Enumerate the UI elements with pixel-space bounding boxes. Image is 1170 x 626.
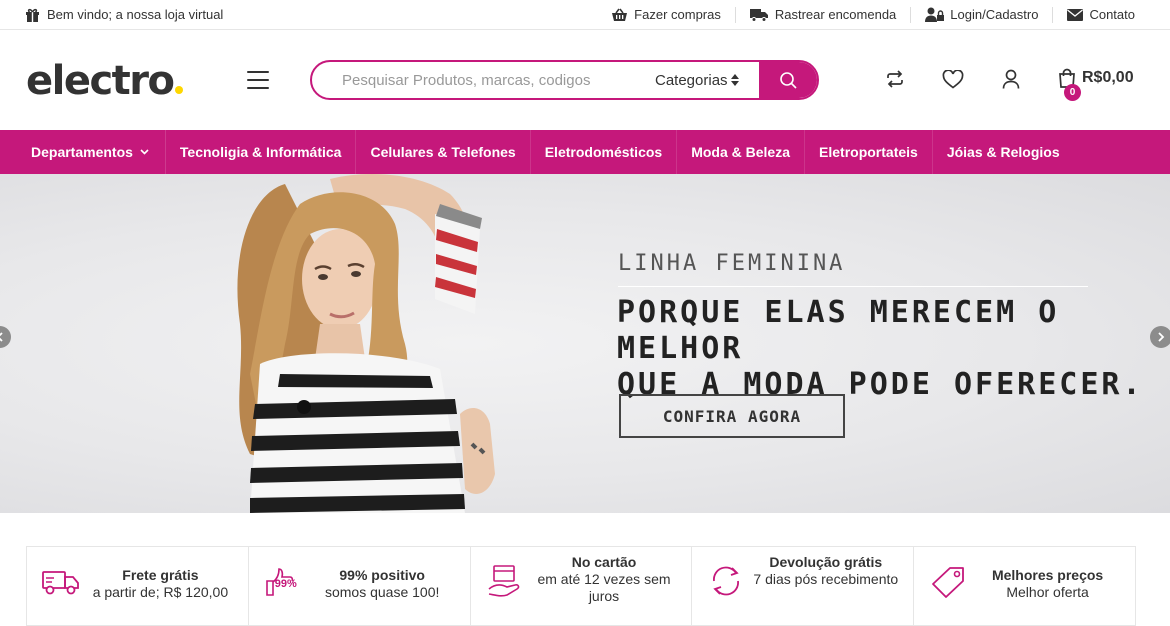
wishlist-button[interactable] (942, 68, 964, 90)
user-lock-icon (925, 7, 945, 22)
return-arrows-icon (706, 564, 746, 598)
top-bar: Bem vindo; a nossa loja virtual Fazer co… (0, 0, 1170, 30)
logo-text: electro (26, 58, 175, 104)
hero-title: PORQUE ELAS MERECEM O MELHOR QUE A MODA … (617, 295, 1144, 402)
hamburger-line (247, 71, 269, 73)
basket-icon (611, 8, 628, 22)
top-links: Fazer compras Rastrear encomenda Login/C… (597, 6, 1145, 23)
hero-banner: LINHA FEMININA PORQUE ELAS MERECEM O MEL… (0, 174, 1170, 513)
carousel-next-button[interactable] (1150, 326, 1170, 348)
header-icons (884, 68, 1022, 90)
nav-eletrodomesticos[interactable]: Eletrodomésticos (531, 130, 676, 174)
sort-arrows-icon (731, 74, 739, 86)
link-label: Contato (1089, 6, 1135, 22)
feature-devolucao: Devolução grátis 7 dias pós recebimento (692, 547, 915, 625)
search-icon (779, 71, 797, 89)
feature-frete: Frete grátis a partir de; R$ 120,00 (27, 547, 249, 625)
compare-arrows-icon (885, 70, 905, 88)
logo[interactable]: electro (26, 58, 183, 104)
price-tag-icon (928, 565, 968, 599)
nav-departamentos[interactable]: Departamentos (0, 130, 166, 174)
category-select[interactable]: Categorias (643, 62, 759, 98)
nav-eletroportateis[interactable]: Eletroportateis (805, 130, 932, 174)
link-label: Fazer compras (634, 6, 721, 22)
chevron-right-icon (1157, 332, 1165, 342)
account-button[interactable] (1000, 68, 1022, 90)
header: electro Categorias (0, 30, 1170, 130)
envelope-icon (1067, 8, 1084, 21)
link-fazer-compras[interactable]: Fazer compras (597, 6, 736, 23)
cart-button[interactable]: 0 R$0,00 (1058, 68, 1134, 101)
truck-icon (749, 8, 769, 22)
nav-label: Eletrodomésticos (544, 144, 663, 160)
link-label: Login/Cadastro (950, 6, 1039, 22)
nav-label: Tecnoligia & Informática (179, 144, 342, 160)
welcome-message: Bem vindo; a nossa loja virtual (25, 7, 223, 22)
nav-label: Jóias & Relogios (946, 144, 1060, 160)
feature-cartao: No cartão em até 12 vezes sem juros (471, 547, 693, 625)
link-label: Rastrear encomenda (774, 6, 897, 22)
nav-moda-beleza[interactable]: Moda & Beleza (677, 130, 804, 174)
hamburger-line (247, 87, 269, 89)
delivery-truck-icon (41, 565, 81, 599)
feature-precos: Melhores preços Melhor oferta (914, 547, 1135, 625)
nav-label: Eletroportateis (819, 144, 918, 160)
card-in-hand-icon (485, 564, 525, 598)
welcome-text: Bem vindo; a nossa loja virtual (47, 7, 224, 22)
feature-title: Devolução grátis (769, 554, 883, 570)
feature-text: Melhor oferta (1006, 584, 1089, 600)
feature-title: Melhores preços (991, 567, 1104, 583)
hero-divider (618, 286, 1088, 287)
link-rastrear-encomenda[interactable]: Rastrear encomenda (736, 6, 912, 23)
feature-text: somos quase 100! (324, 584, 440, 600)
hero-model-image (237, 174, 495, 513)
hero-cta-button[interactable]: CONFIRA AGORA (619, 394, 845, 438)
thumbs-up-icon: 99% (263, 565, 303, 599)
user-icon (1002, 69, 1020, 89)
menu-toggle-button[interactable] (247, 71, 269, 89)
feature-title: 99% positivo (339, 567, 425, 583)
features-strip: Frete grátis a partir de; R$ 120,00 99% … (26, 546, 1136, 626)
main-nav: Departamentos Tecnoligia & Informática C… (0, 130, 1170, 174)
feature-badge: 99% (274, 578, 297, 590)
nav-celulares[interactable]: Celulares & Telefones (356, 130, 529, 174)
feature-text: 7 dias pós recebimento (753, 571, 899, 587)
heart-icon (942, 69, 964, 89)
feature-text: em até 12 vezes sem juros (537, 571, 671, 604)
sleeve-stripes (435, 204, 482, 314)
search-bar: Categorias (310, 60, 819, 100)
nav-joias-relogios[interactable]: Jóias & Relogios (933, 130, 1074, 174)
cart-count-badge: 0 (1064, 84, 1081, 101)
category-select-label: Categorias (655, 71, 728, 89)
feature-title: No cartão (571, 554, 637, 570)
feature-positivo: 99% 99% positivo somos quase 100! (249, 547, 471, 625)
nav-label: Moda & Beleza (691, 144, 791, 160)
nav-tecnologia[interactable]: Tecnoligia & Informática (166, 130, 356, 174)
logo-dot-icon (174, 86, 183, 94)
compare-button[interactable] (884, 68, 906, 90)
nav-label: Departamentos (31, 144, 133, 160)
carousel-prev-button[interactable] (0, 326, 11, 348)
hamburger-line (247, 79, 269, 81)
search-button[interactable] (759, 62, 817, 98)
hero-subtitle: LINHA FEMININA (618, 251, 846, 276)
link-contato[interactable]: Contato (1053, 7, 1145, 23)
feature-title: Frete grátis (122, 567, 199, 583)
cart-total: R$0,00 (1082, 69, 1134, 86)
shirt-stripes (250, 353, 465, 513)
nav-label: Celulares & Telefones (370, 144, 516, 160)
feature-text: a partir de; R$ 120,00 (92, 584, 229, 600)
chevron-left-icon (0, 332, 4, 342)
link-login-cadastro[interactable]: Login/Cadastro (911, 6, 1054, 23)
search-input[interactable] (312, 62, 643, 98)
gift-icon (25, 8, 40, 22)
chevron-down-icon (140, 149, 149, 155)
